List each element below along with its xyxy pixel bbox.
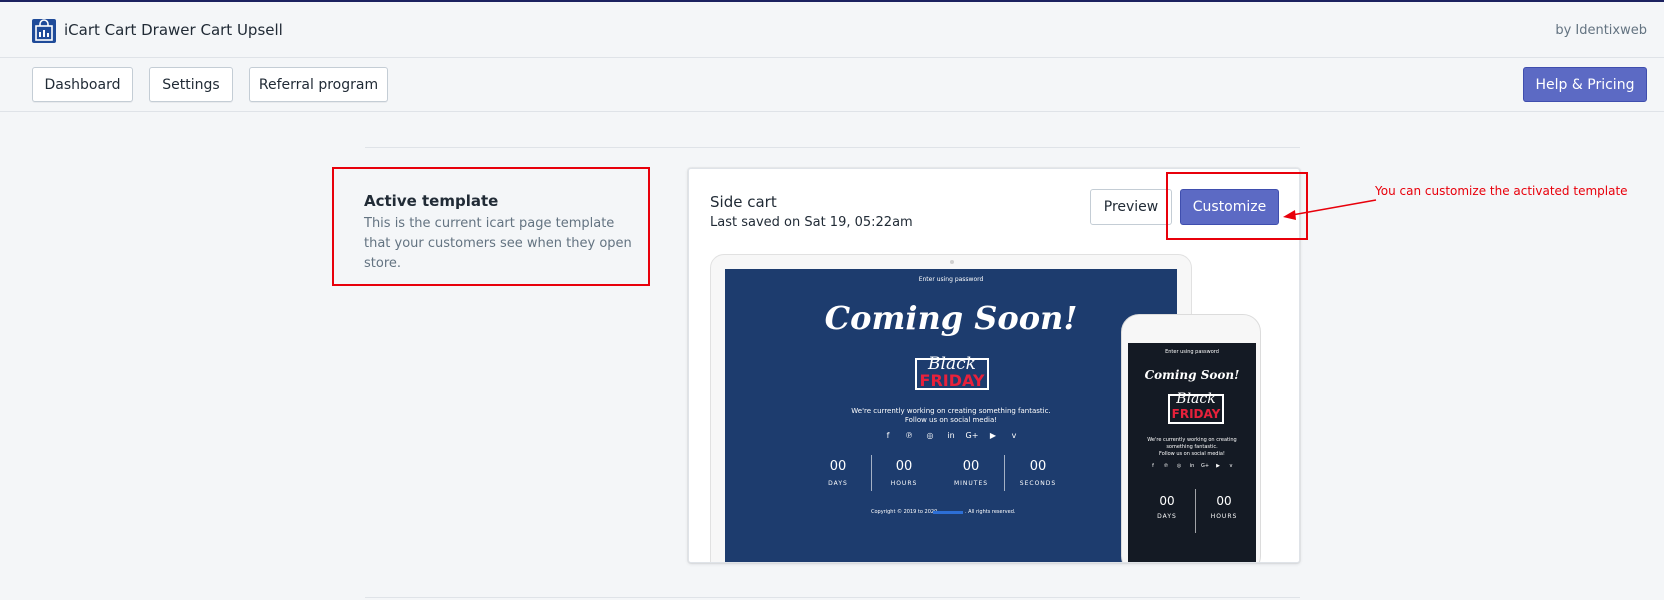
google-plus-icon[interactable]: G+ [1199, 463, 1212, 469]
preview-button[interactable]: Preview [1090, 189, 1172, 225]
google-plus-icon[interactable]: G+ [962, 431, 983, 440]
countdown-label: HOURS [1210, 513, 1238, 520]
pinterest-icon[interactable]: ℗ [1160, 463, 1173, 469]
nav-bar: Dashboard Settings Referral program Help… [0, 58, 1664, 112]
message-line-2: Follow us on social media! [1159, 451, 1225, 457]
youtube-icon[interactable]: ▶ [1212, 463, 1225, 469]
social-icons: f ℗ ◎ in G+ ▶ v [1128, 463, 1256, 469]
vimeo-icon[interactable]: v [1004, 431, 1025, 440]
laptop-preview: Enter using password Coming Soon! Black … [710, 254, 1192, 562]
section-divider-bottom [365, 597, 1300, 598]
countdown-label: DAYS [828, 480, 848, 487]
countdown-label: MINUTES [953, 480, 989, 487]
message-line-1: We're currently working on creating some… [1147, 437, 1237, 450]
coming-soon-heading: Coming Soon! [1144, 368, 1240, 382]
countdown-days: 00 DAYS [1150, 494, 1184, 520]
app-header: iCart Cart Drawer Cart Upsell by Identix… [0, 0, 1664, 58]
countdown-seconds: 00 SECONDS [1016, 459, 1060, 487]
countdown-separator [1004, 455, 1005, 491]
store-link[interactable] [933, 511, 963, 514]
countdown-value: 00 [1029, 459, 1047, 474]
dashboard-button[interactable]: Dashboard [32, 67, 133, 102]
enter-password-link: Enter using password [1165, 349, 1219, 355]
instagram-icon[interactable]: ◎ [1173, 463, 1186, 469]
vimeo-icon[interactable]: v [1225, 463, 1238, 469]
camera-dot [950, 260, 954, 264]
countdown-hours: 00 HOURS [1204, 494, 1244, 520]
countdown-separator [871, 455, 872, 491]
annotation-note: You can customize the activated template [1375, 184, 1628, 198]
countdown-value: 00 [829, 459, 847, 474]
help-pricing-button[interactable]: Help & Pricing [1523, 67, 1647, 102]
customize-highlight [1166, 172, 1308, 240]
black-friday-badge: Black FRIDAY [1168, 391, 1224, 424]
countdown-label: SECONDS [1019, 480, 1057, 487]
referral-program-button[interactable]: Referral program [249, 67, 388, 102]
app-title: iCart Cart Drawer Cart Upsell [64, 21, 283, 39]
social-icons: f ℗ ◎ in G+ ▶ v [725, 431, 1177, 440]
shopping-bag-icon [32, 19, 56, 43]
countdown-label: DAYS [1157, 513, 1177, 520]
countdown-days: 00 DAYS [821, 459, 855, 487]
youtube-icon[interactable]: ▶ [983, 431, 1004, 440]
badge-bottom-text: FRIDAY [1171, 407, 1221, 421]
countdown-minutes: 00 MINUTES [949, 459, 993, 487]
countdown-value: 00 [895, 459, 913, 474]
black-friday-badge: Black FRIDAY [915, 354, 989, 390]
active-template-highlight [332, 167, 650, 286]
badge-bottom-text: FRIDAY [919, 371, 985, 390]
last-saved-text: Last saved on Sat 19, 05:22am [710, 215, 913, 230]
copyright-prefix: Copyright © 2019 to 2020, [871, 509, 939, 515]
enter-password-link: Enter using password [918, 276, 984, 283]
coming-soon-heading: Coming Soon! [824, 299, 1078, 337]
pinterest-icon[interactable]: ℗ [899, 431, 920, 440]
message-line-2: Follow us on social media! [904, 416, 998, 424]
facebook-icon[interactable]: f [1147, 463, 1160, 469]
settings-button[interactable]: Settings [149, 67, 233, 102]
section-divider-top [365, 147, 1300, 148]
mobile-preview: Enter using password Coming Soon! Black … [1121, 314, 1261, 562]
linkedin-icon[interactable]: in [941, 431, 962, 440]
template-name: Side cart [710, 193, 777, 211]
countdown-label: HOURS [890, 480, 918, 487]
countdown-value: 00 [962, 459, 980, 474]
countdown-hours: 00 HOURS [884, 459, 924, 487]
vendor-byline: by Identixweb [1555, 23, 1647, 38]
countdown-value: 00 [1159, 494, 1175, 508]
message-line-1: We're currently working on creating some… [851, 407, 1051, 415]
mobile-template-preview: Enter using password Coming Soon! Black … [1128, 343, 1256, 562]
countdown-separator [1195, 489, 1196, 533]
copyright-suffix: . All rights reserved. [965, 509, 1016, 515]
facebook-icon[interactable]: f [878, 431, 899, 440]
linkedin-icon[interactable]: in [1186, 463, 1199, 469]
desktop-template-preview: Enter using password Coming Soon! Black … [725, 269, 1177, 562]
countdown-value: 00 [1216, 494, 1232, 508]
instagram-icon[interactable]: ◎ [920, 431, 941, 440]
badge-top-text: Black [1176, 391, 1216, 407]
